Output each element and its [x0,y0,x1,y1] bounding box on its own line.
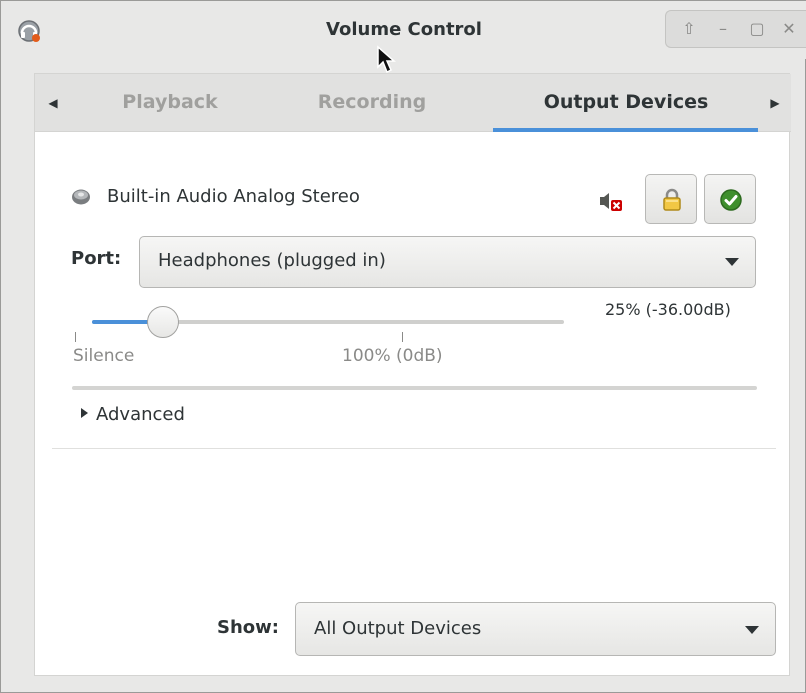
advanced-expander[interactable]: Advanced [81,404,185,425]
port-select[interactable]: Headphones (plugged in) [139,236,756,288]
active-tab-indicator [493,128,758,132]
lock-channels-button[interactable] [645,174,697,224]
tick-100 [402,332,403,342]
chevron-down-icon [725,258,739,266]
port-label: Port: [71,248,122,269]
device-name: Built-in Audio Analog Stereo [107,186,360,207]
port-select-value: Headphones (plugged in) [158,250,386,271]
tick-label-silence: Silence [73,346,135,366]
mouse-pointer-icon [377,45,396,74]
tab-recording[interactable]: Recording [297,74,447,132]
advanced-label: Advanced [96,404,185,425]
maximize-icon[interactable]: ▢ [746,18,768,40]
minimize-icon[interactable]: – [712,18,734,40]
volume-value: 25% (-36.00dB) [605,300,731,319]
checkmark-circle-icon [720,189,742,211]
volume-slider-handle[interactable] [146,306,179,338]
triangle-right-icon [81,408,88,418]
tick-silence [75,332,76,342]
set-default-button[interactable] [704,174,756,224]
device-separator [52,448,776,449]
show-label: Show: [217,617,279,638]
triangle-left-icon[interactable]: ◀ [43,92,63,114]
chevron-down-icon [745,626,759,634]
volume-control-window: Volume Control ⇧ – ▢ ✕ ◀ Playback Record… [0,0,806,693]
separator [72,386,757,390]
speaker-icon [72,189,90,205]
output-devices-panel: ◀ Playback Recording Output Devices ▶ Bu… [34,73,791,676]
close-icon[interactable]: ✕ [778,18,800,40]
window-buttons: ⇧ – ▢ ✕ [665,10,806,48]
tab-playback[interactable]: Playback [95,74,245,132]
tick-label-100: 100% (0dB) [342,346,443,366]
tab-output-devices[interactable]: Output Devices [505,74,747,132]
show-filter-value: All Output Devices [314,618,482,639]
titlebar[interactable]: Volume Control ⇧ – ▢ ✕ [1,1,806,59]
show-filter-select[interactable]: All Output Devices [295,602,776,656]
muted-speaker-icon[interactable] [597,190,623,212]
lock-icon [663,188,681,211]
triangle-right-icon[interactable]: ▶ [765,92,785,114]
tab-bar: ◀ Playback Recording Output Devices ▶ [35,74,791,132]
pin-icon[interactable]: ⇧ [678,18,700,40]
